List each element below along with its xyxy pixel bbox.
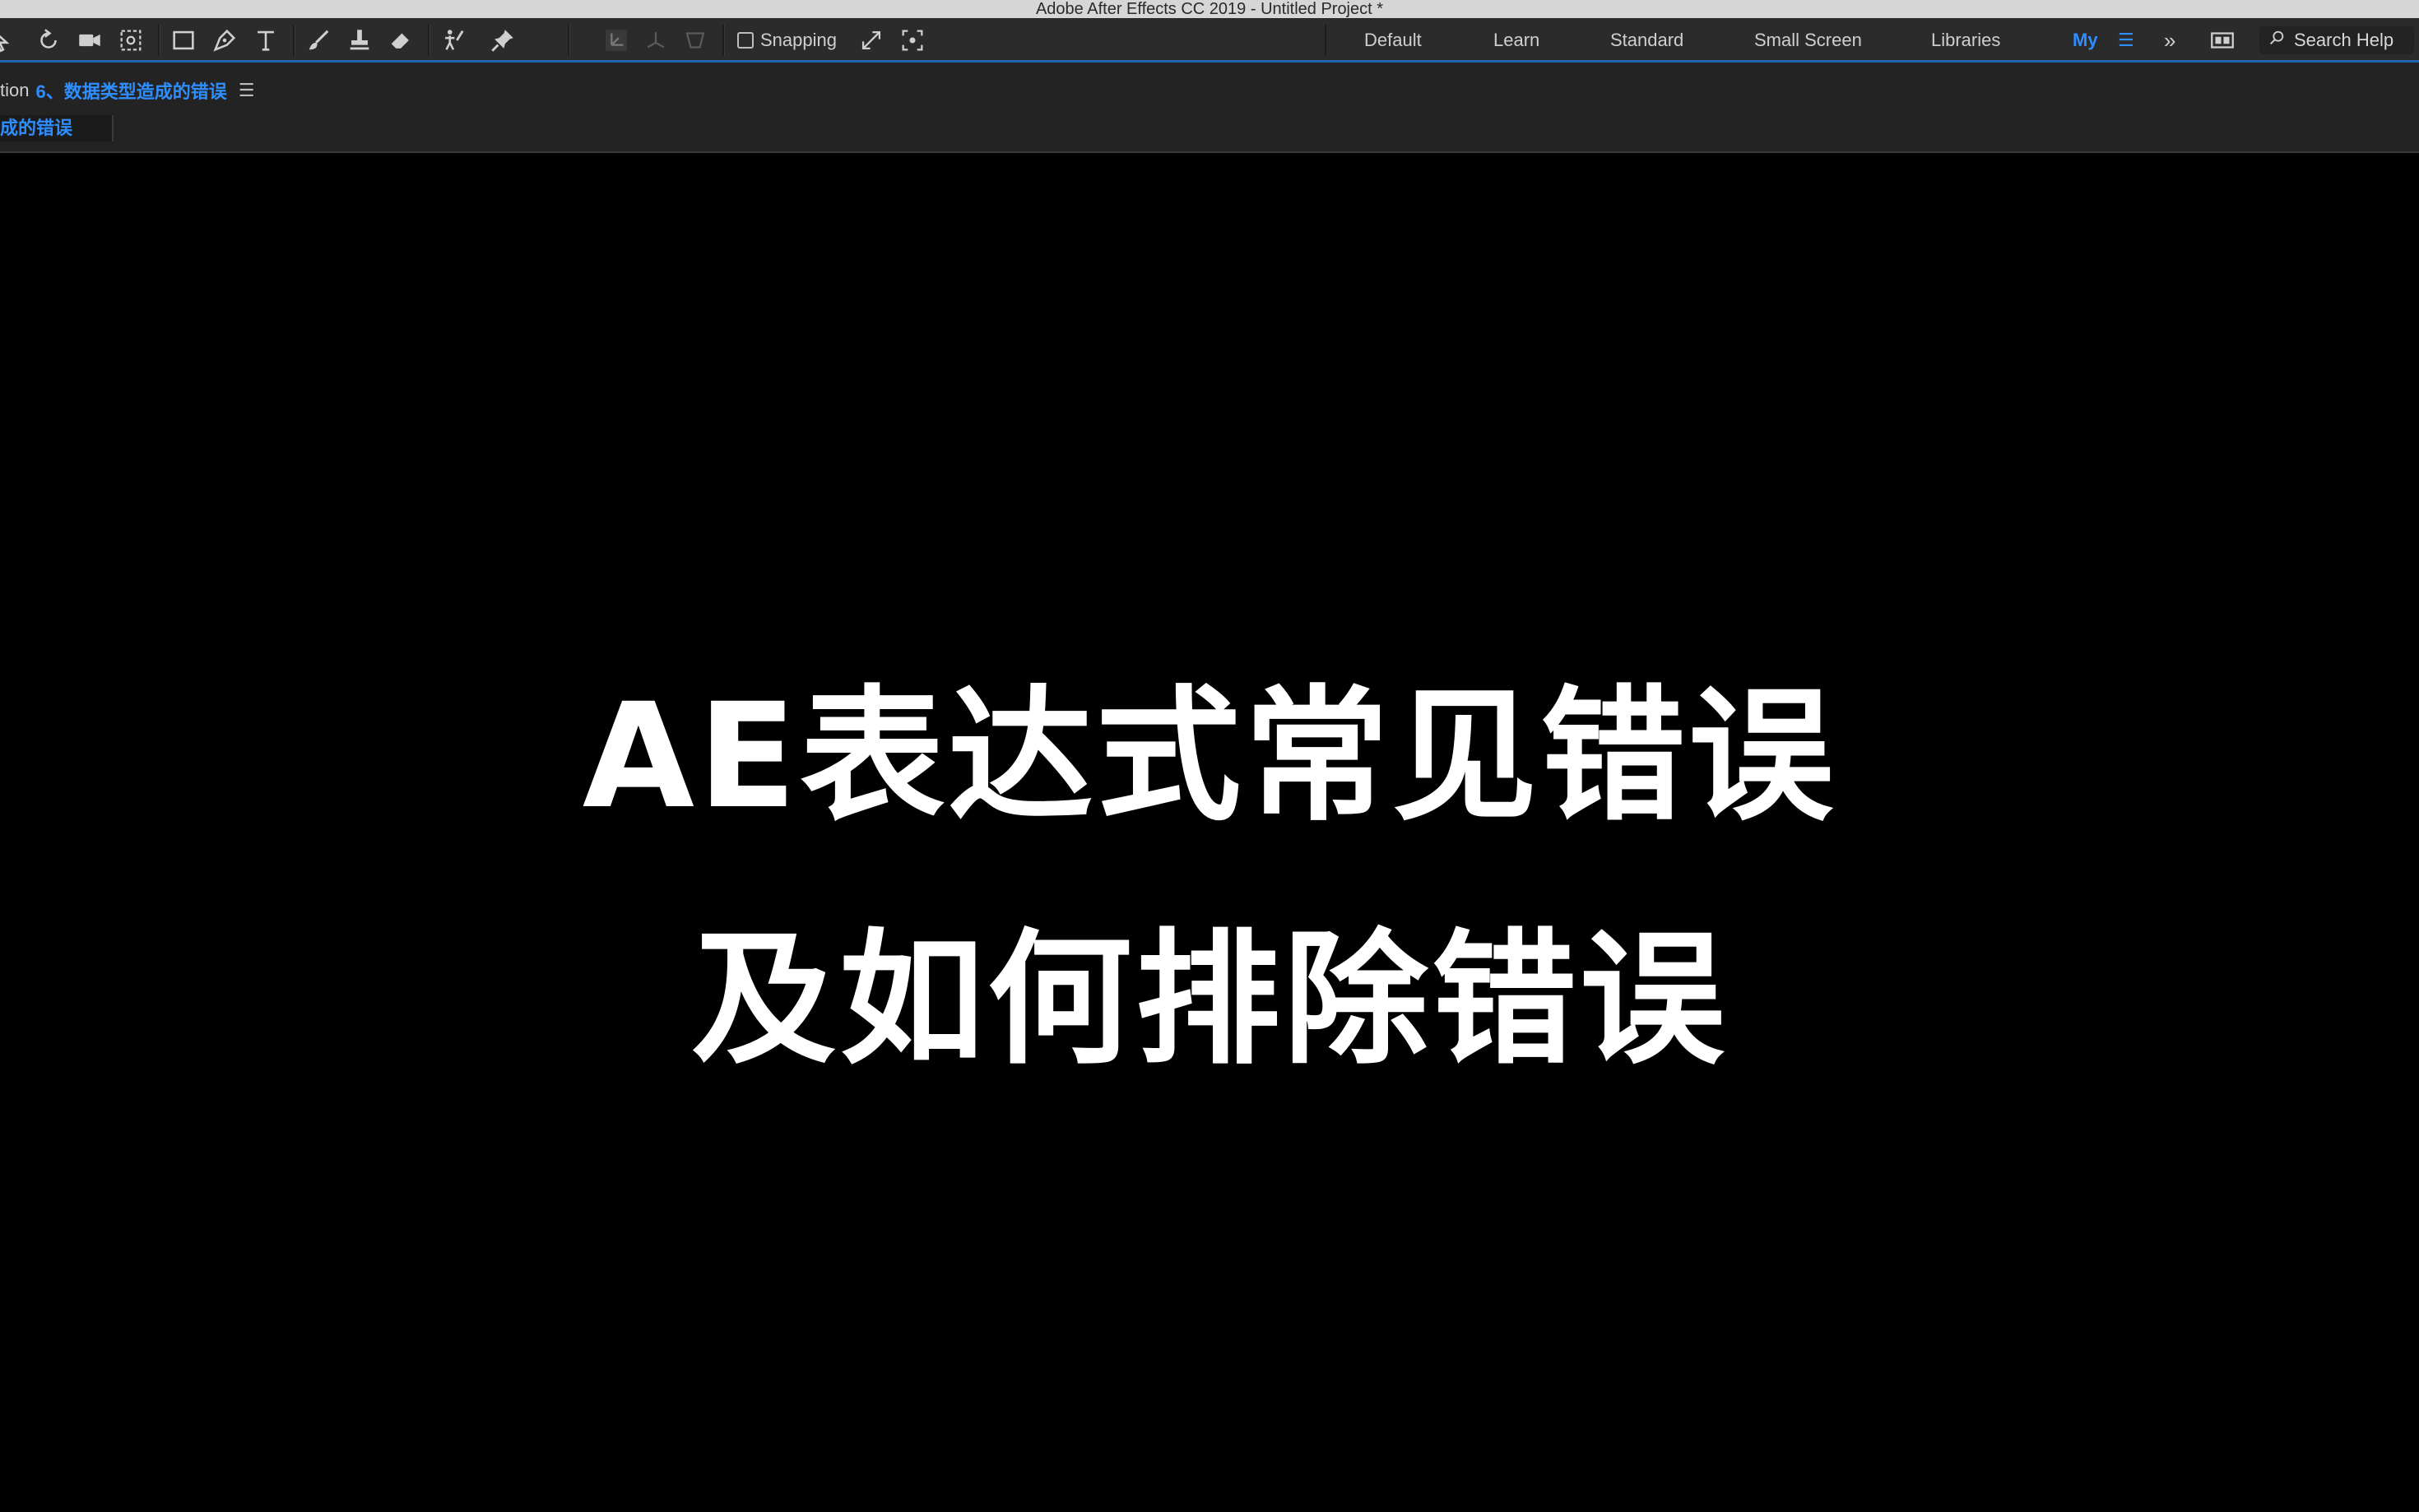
workspace-bar: Default Learn Standard Small Screen Libr…	[0, 26, 2419, 54]
workspace-default[interactable]: Default	[1364, 26, 1422, 54]
after-effects-window: Adobe After Effects CC 2019 - Untitled P…	[0, 0, 2419, 1512]
workspace-libraries[interactable]: Libraries	[1931, 26, 2000, 54]
composition-tab-prefix: tion	[0, 80, 30, 100]
workspace-my[interactable]: My	[2073, 26, 2098, 54]
panel-menu-icon[interactable]: ☰	[239, 80, 255, 101]
composition-panel-header: tion 6、数据类型造成的错误 ☰ 成的错误	[0, 63, 2419, 153]
composition-viewer[interactable]: AE表达式常见错误 及如何排除错误	[0, 153, 2419, 1512]
more-workspaces-icon[interactable]: »	[2164, 26, 2175, 54]
search-help-field[interactable]: Search Help	[2259, 26, 2414, 54]
search-icon	[2268, 29, 2286, 52]
search-help-placeholder: Search Help	[2294, 30, 2394, 50]
workspace-standard[interactable]: Standard	[1610, 26, 1683, 54]
composition-navigator-chip[interactable]: 成的错误	[0, 115, 114, 141]
composition-tab-name: 6、数据类型造成的错误	[35, 81, 227, 102]
viewer-title-line-2: 及如何排除错误	[690, 916, 1728, 1084]
window-title: Adobe After Effects CC 2019 - Untitled P…	[0, 0, 2419, 18]
composition-tab[interactable]: tion 6、数据类型造成的错误 ☰	[0, 77, 254, 104]
tools-toolbar: Snapping Default Learn Standard Small Sc…	[0, 18, 2419, 63]
workspace-menu-icon[interactable]: ☰	[2118, 26, 2134, 54]
workspace-small-screen[interactable]: Small Screen	[1754, 26, 1862, 54]
viewer-title-line-1: AE表达式常见错误	[582, 672, 1837, 841]
workspace-editor-icon[interactable]	[2207, 26, 2238, 54]
workspace-learn[interactable]: Learn	[1493, 26, 1539, 54]
